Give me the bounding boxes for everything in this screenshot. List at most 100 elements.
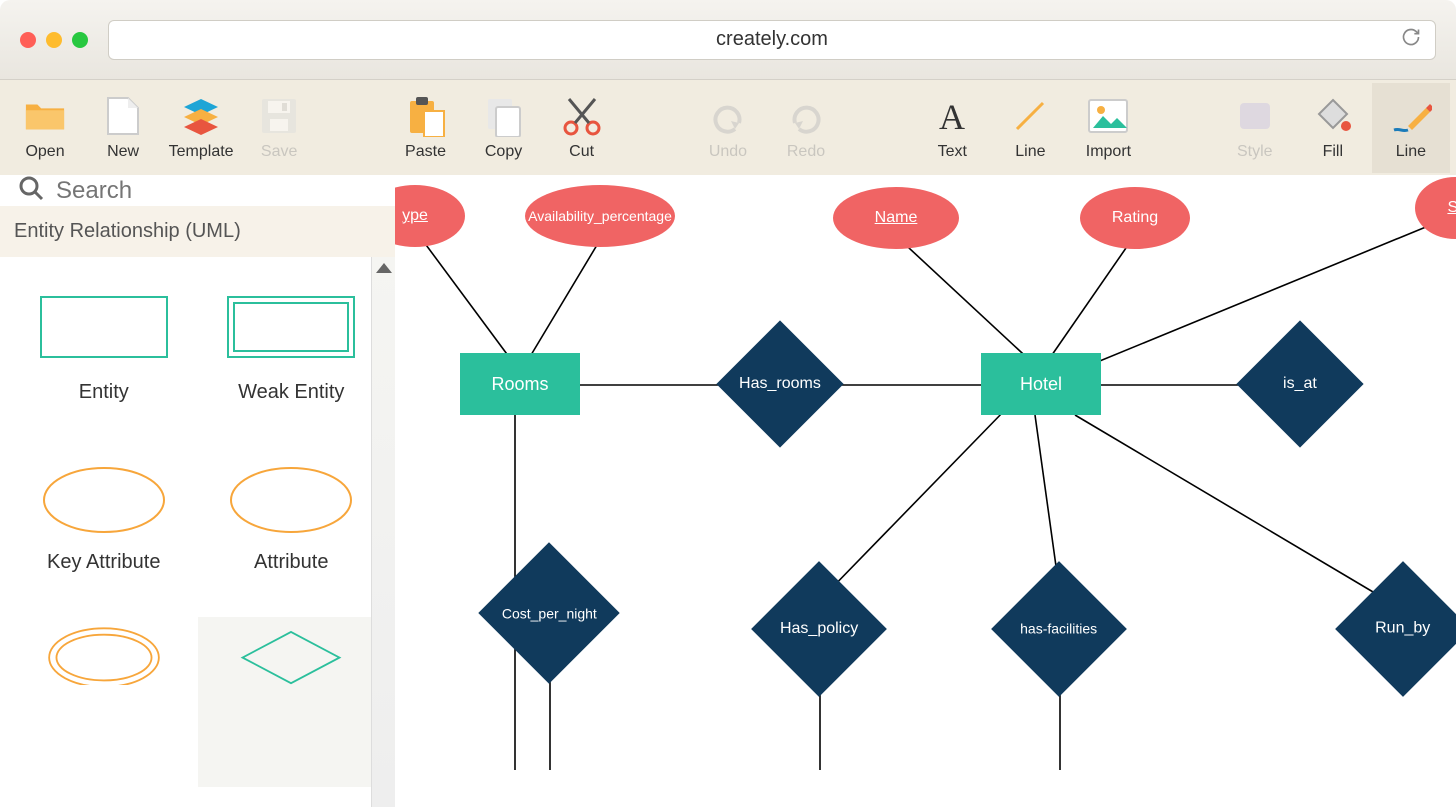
import-icon [1087,95,1129,137]
traffic-lights [20,32,88,48]
toolbar: Open New Template Save Paste Copy Cut Un… [0,80,1456,175]
entity-label: Hotel [1020,374,1062,395]
attribute-shape-icon [226,465,356,529]
url-text: creately.com [716,28,828,51]
shape-multivalued[interactable] [10,617,198,787]
shape-attribute[interactable]: Attribute [198,447,386,617]
undo-button[interactable]: Undo [689,83,767,173]
text-icon: A [931,95,973,137]
attr-label: Availability_percentage [528,208,672,224]
url-bar[interactable]: creately.com [108,20,1436,60]
fill-button[interactable]: Fill [1294,83,1372,173]
browser-chrome: creately.com [0,0,1456,80]
copy-button[interactable]: Copy [465,83,543,173]
rel-label: Run_by [1375,620,1430,638]
relationship-has-policy[interactable]: Has_policy [751,561,887,697]
paste-icon [405,95,447,137]
undo-icon [707,95,749,137]
redo-icon [785,95,827,137]
relationship-run-by[interactable]: Run_by [1335,561,1456,697]
weak-entity-shape-icon [226,295,356,359]
save-button[interactable]: Save [240,83,318,173]
shape-weak-entity[interactable]: Weak Entity [198,277,386,447]
template-icon [180,95,222,137]
diagram-edges [395,175,1456,770]
workspace: Entity Relationship (UML) Entity Weak En… [0,175,1456,770]
search-input[interactable] [56,177,377,205]
sidebar: Entity Relationship (UML) Entity Weak En… [0,175,395,770]
text-label: Text [938,143,967,161]
import-button[interactable]: Import [1069,83,1147,173]
attr-label: ype [402,207,428,225]
cut-icon [561,95,603,137]
line-icon [1009,95,1051,137]
cut-button[interactable]: Cut [543,83,621,173]
new-label: New [107,143,139,161]
entity-label: Rooms [491,374,548,395]
rel-label: is_at [1283,375,1317,393]
shape-relationship[interactable] [198,617,386,787]
style-button[interactable]: Style [1216,83,1294,173]
open-label: Open [25,143,64,161]
scroll-up-icon [376,263,392,273]
entity-shape-icon [39,295,169,359]
attribute-name[interactable]: Name [833,187,959,249]
scrollbar[interactable] [371,257,395,807]
relationship-has-rooms[interactable]: Has_rooms [716,320,843,447]
cut-label: Cut [569,143,594,161]
style-label: Style [1237,143,1273,161]
diagram-canvas[interactable]: ype Availability_percentage Name Rating … [395,175,1456,770]
paste-button[interactable]: Paste [386,83,464,173]
open-button[interactable]: Open [6,83,84,173]
copy-icon [483,95,525,137]
line-tool-button[interactable]: Line [991,83,1069,173]
entity-rooms[interactable]: Rooms [460,353,580,415]
entity-hotel[interactable]: Hotel [981,353,1101,415]
rel-label: Cost_per_night [502,605,597,621]
multivalued-shape-icon [39,621,169,685]
relationship-has-facilities[interactable]: has-facilities [991,561,1127,697]
attribute-type[interactable]: ype [395,185,465,247]
new-button[interactable]: New [84,83,162,173]
redo-label: Redo [787,143,825,161]
pencil-icon [1390,95,1432,137]
folder-icon [24,95,66,137]
new-file-icon [102,95,144,137]
import-label: Import [1086,143,1131,161]
rel-label: Has_rooms [739,375,821,393]
close-window-button[interactable] [20,32,36,48]
relationship-shape-icon [226,621,356,685]
shape-entity[interactable]: Entity [10,277,198,447]
minimize-window-button[interactable] [46,32,62,48]
reload-icon[interactable] [1401,27,1421,53]
line-label: Line [1015,143,1045,161]
attribute-rating[interactable]: Rating [1080,187,1190,249]
fill-icon [1312,95,1354,137]
search-icon[interactable] [18,175,44,206]
relationship-cost-per-night[interactable]: Cost_per_night [478,542,619,683]
maximize-window-button[interactable] [72,32,88,48]
shape-label: Key Attribute [47,551,160,574]
paste-label: Paste [405,143,446,161]
style-icon [1234,95,1276,137]
key-attribute-shape-icon [39,465,169,529]
shape-label: Weak Entity [238,381,344,404]
template-button[interactable]: Template [162,83,240,173]
text-button[interactable]: A Text [913,83,991,173]
undo-label: Undo [709,143,747,161]
template-label: Template [169,143,234,161]
shape-panel-header[interactable]: Entity Relationship (UML) [0,206,395,257]
redo-button[interactable]: Redo [767,83,845,173]
line-style-button[interactable]: Line [1372,83,1450,173]
attribute-availability[interactable]: Availability_percentage [525,185,675,247]
copy-label: Copy [485,143,522,161]
rel-label: has-facilities [1020,621,1097,637]
shape-palette: Entity Weak Entity Key Attribute Attribu… [0,257,395,807]
relationship-is-at[interactable]: is_at [1236,320,1363,447]
attribute-st[interactable]: St [1415,177,1456,239]
attr-label: St [1447,199,1456,217]
shape-key-attribute[interactable]: Key Attribute [10,447,198,617]
save-label: Save [261,143,297,161]
fill-label: Fill [1323,143,1343,161]
shape-label: Entity [79,381,129,404]
